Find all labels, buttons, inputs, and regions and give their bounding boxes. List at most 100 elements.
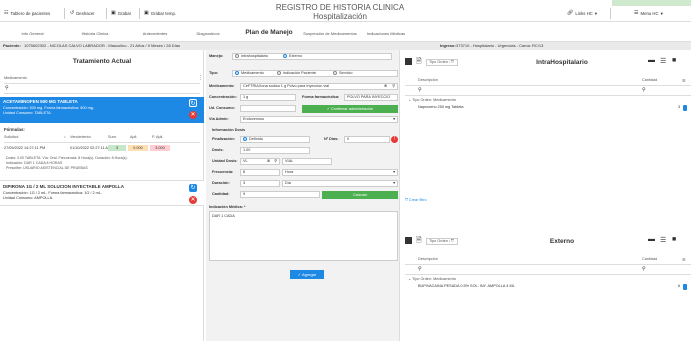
crear-filtro-link[interactable]: ⛉ Crear filtro — [405, 198, 427, 202]
list-item[interactable]: Naproxeno 250 mg Tableta — [418, 105, 464, 109]
tab-suspension-medicamentos[interactable]: Suspensión de Medicamentos — [298, 22, 362, 42]
radio-icon — [243, 137, 247, 141]
clear-icon[interactable]: ⊗ — [267, 159, 270, 164]
divider — [405, 264, 691, 265]
search-icon[interactable]: ⚲ — [274, 159, 277, 164]
tipo-orden-sort[interactable]: Tipo Orden ↓⛉ — [426, 59, 458, 66]
info-dosis-heading: Información Dosis — [212, 128, 246, 132]
title-line1: REGISTRO DE HISTORIA CLINICA — [275, 3, 405, 12]
group-header[interactable]: ⌄ Tipo Orden: Medicamento — [408, 97, 456, 102]
trash-icon[interactable]: ■ — [672, 236, 676, 243]
tipo-medicamento[interactable]: Medicamento — [235, 71, 264, 76]
chevron-down-icon: ▾ — [594, 11, 597, 16]
col-sum: Sum. — [108, 135, 117, 139]
search-icon[interactable]: ⚲ — [5, 85, 9, 91]
tipo-servicio[interactable]: Servicio — [333, 71, 353, 76]
search-icon[interactable]: ⚲ — [642, 266, 646, 272]
divider — [405, 85, 691, 86]
delete-icon[interactable] — [683, 105, 687, 111]
forma-label: Forma farmacéutica: — [302, 95, 340, 99]
list-item[interactable]: BUPIVACAINA PESADA 0.5% SOL. INY. AMPOLL… — [418, 284, 515, 288]
frecuencia-input[interactable]: 8 — [240, 169, 280, 176]
indicacion-textarea[interactable]: DAR 1 CADA — [209, 211, 398, 261]
group-header[interactable]: ⌄ Tipo Orden: Medicamento — [408, 276, 456, 281]
unidad-dosis-name[interactable]: VIAL — [282, 158, 332, 165]
document-icon[interactable]: 🗎︎ — [416, 57, 422, 68]
unidad-dosis-code[interactable]: VL ⊗ ⚲ — [240, 158, 280, 165]
patients-board-button[interactable]: ☷ Tablero de pacientes — [4, 9, 50, 18]
cancel-icon[interactable]: ✕ — [189, 196, 197, 204]
concentracion-input[interactable]: 1 g — [240, 94, 296, 101]
manejo-externo[interactable]: Externo — [283, 54, 302, 59]
menu-hc-button[interactable]: ☰ Menu HC ▾ — [634, 9, 663, 18]
menu-icon[interactable]: ☰ — [682, 78, 685, 83]
floppy-icon: ▣ — [111, 10, 116, 16]
finalizacion-radio[interactable]: Definido — [240, 136, 310, 143]
menu-icon: ☰ — [634, 10, 639, 16]
toolbar-divider — [106, 8, 107, 19]
delete-icon[interactable] — [683, 284, 687, 290]
med-card-acetaminofen[interactable]: ACETAMINOFEN 500 MG TABLETA Concentració… — [0, 97, 204, 123]
patient-label: Paciente: — [3, 43, 21, 48]
agregar-button[interactable]: ✓ Agregar — [290, 270, 324, 279]
col-sort-icon[interactable]: ↕ — [64, 135, 66, 139]
links-hc-button[interactable]: 🔗︎ Links HC ▾ — [567, 9, 597, 18]
col-solicitud: Solicitud — [4, 135, 19, 139]
tab-diagnosticos[interactable]: Diagnosticos — [183, 22, 233, 42]
radio-label: Externo — [289, 54, 303, 58]
more-icon[interactable]: ⋮ — [198, 75, 203, 81]
cancel-icon[interactable]: ✕ — [189, 111, 197, 119]
grid-icon: ☷ — [4, 10, 9, 16]
stop-icon[interactable] — [405, 237, 412, 244]
ud-consumo-input[interactable] — [240, 105, 296, 112]
save-temp-button[interactable]: ▣ Grabar temp. — [144, 9, 176, 18]
tab-antecedentes[interactable]: Antecedentes — [130, 22, 180, 42]
menu-icon[interactable]: ☰ — [682, 257, 685, 262]
med-line2: Unidad Consumo: TABLETA. — [3, 111, 52, 115]
folder-icon[interactable]: ▬ — [648, 236, 655, 243]
list-icon[interactable]: ☰ — [660, 236, 666, 244]
save-button[interactable]: ▣ Grabar — [111, 9, 131, 18]
cantidad-input[interactable]: 9 — [240, 191, 320, 198]
duracion-unit-select[interactable]: Día ▾ — [282, 180, 398, 187]
search-icon[interactable]: ⚲ — [418, 266, 422, 272]
tab-info-general[interactable]: Info General — [10, 22, 55, 42]
undo-button[interactable]: ↺ Deshacer — [70, 9, 95, 18]
patient-value: 1075602302 - NICOLAS CALVO LABRADOR - Ma… — [24, 43, 180, 48]
manejo-intrahospitalario[interactable]: Intrahospitalario — [235, 54, 268, 59]
dosis-input[interactable]: 1.00 — [240, 147, 310, 154]
frecuencia-unit-select[interactable]: Hora ▾ — [282, 169, 398, 176]
confirm-admin-button[interactable]: ✓ Confirmar administración — [302, 105, 398, 113]
document-icon[interactable]: 🗎︎ — [416, 236, 422, 247]
medicamento-input[interactable]: CeFTRIAXona sodica 1 g Polvo para Inyecc… — [240, 83, 398, 90]
med-card-dipirona[interactable]: DIPIRONA 1G / 2 ML SOLUCION INYECTABLE A… — [0, 180, 204, 206]
ndias-input[interactable]: 0 — [344, 136, 390, 143]
folder-icon[interactable]: ▬ — [648, 57, 655, 64]
refresh-icon[interactable]: ↻ — [189, 99, 197, 107]
dosis-label: Dosis: — [212, 148, 224, 152]
col-cantidad: Cantidad — [642, 257, 658, 261]
search-icon[interactable]: ⚲ — [642, 87, 646, 93]
clear-icon[interactable]: ⊗ — [384, 84, 387, 89]
list-icon[interactable]: ☰ — [660, 57, 666, 65]
search-icon[interactable]: ⚲ — [392, 84, 395, 89]
tab-plan-de-manejo[interactable]: Plan de Manejo — [240, 22, 298, 42]
cell-solicitud: 27/09/2022 14:27:11 PM — [4, 146, 46, 150]
radio-label: Definido — [249, 137, 263, 141]
med-line1: Concentración: 500 mg. Forma farmacéutic… — [3, 106, 94, 110]
search-icon[interactable]: ⚲ — [418, 87, 422, 93]
tipo-orden-sort[interactable]: Tipo Orden ↓⛉ — [426, 238, 458, 245]
refresh-icon[interactable]: ↻ — [189, 184, 197, 192]
item-qty: 6 — [678, 284, 681, 288]
tipo-indicacion-paciente[interactable]: Indicación Paciente — [277, 71, 316, 76]
via-select[interactable]: Endovenoso ▾ — [240, 116, 398, 123]
forma-input[interactable]: POLVO PARA INYECCIO — [344, 94, 398, 101]
table-row[interactable]: 27/09/2022 14:27:11 PM 01/10/2022 02:27:… — [4, 145, 204, 153]
calcular-button[interactable]: Calcular — [322, 191, 398, 199]
tab-indicaciones-medicas[interactable]: Indicaciones Médicas — [362, 22, 410, 42]
tab-historia-clinica[interactable]: Historia Clinica — [70, 22, 120, 42]
section-tabs: Info General Historia Clinica Antecedent… — [0, 22, 691, 42]
trash-icon[interactable]: ■ — [672, 57, 676, 64]
duracion-input[interactable]: 3 — [240, 180, 280, 187]
stop-icon[interactable] — [405, 58, 412, 65]
